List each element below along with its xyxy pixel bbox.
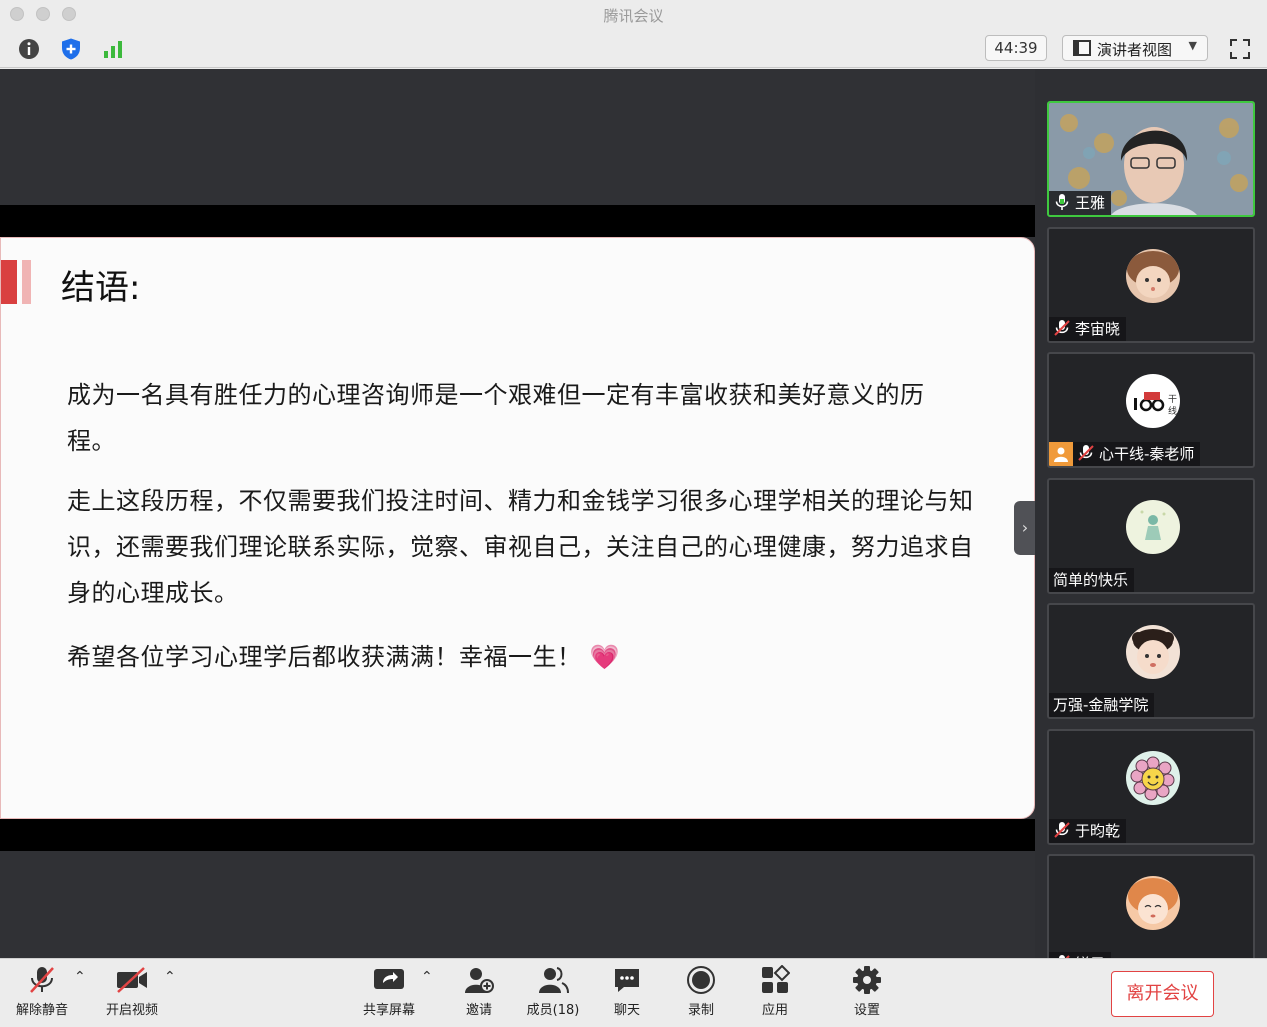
slide-paragraph-2: 走上这段历程，不仅需要我们投注时间、精力和金钱学习很多心理学相关的理论与知识，还… [67, 487, 974, 607]
host-badge [1049, 442, 1073, 466]
participant-tile[interactable]: 干 线 心干线-秦老师 [1047, 352, 1255, 468]
letterbox-top [0, 205, 1035, 237]
meeting-timer: 44:39 [985, 35, 1047, 61]
share-screen-icon [374, 969, 404, 989]
video-options-caret[interactable]: ⌃ [164, 969, 176, 985]
participant-name-label: 简单的快乐 [1049, 568, 1135, 592]
meeting-toolbar: 44:39 演讲者视图 ▼ [0, 28, 1267, 68]
window-title: 腾讯会议 [603, 7, 664, 25]
share-screen-label: 共享屏幕 [362, 1003, 415, 1018]
members-button[interactable]: 成员(18) [526, 965, 580, 1023]
avatar: 干 线 [1126, 374, 1180, 428]
share-screen-button[interactable]: 共享屏幕 [358, 965, 420, 1023]
slide-paragraph-3: 希望各位学习心理学后都收获满满！幸福一生！ 💗 [67, 634, 967, 680]
chat-button[interactable]: 聊天 [607, 965, 647, 1023]
layout-icon [1073, 40, 1091, 56]
participant-tile[interactable]: 李宙晓 [1047, 227, 1255, 343]
mic-muted-icon [30, 967, 54, 993]
settings-label: 设置 [853, 1003, 880, 1018]
members-label: 成员(18) [526, 1003, 580, 1018]
presentation-slide: 结语: 成为一名具有胜任力的心理咨询师是一个艰难但一定有丰富收获和美好意义的历程… [0, 237, 1035, 819]
participant-name: 简单的快乐 [1053, 571, 1129, 589]
share-options-caret[interactable]: ⌃ [421, 969, 433, 985]
participant-name-label: 心干线-秦老师 [1049, 442, 1201, 466]
meeting-controls: 解除静音 ⌃ 开启视频 ⌃ 共享屏幕 ⌃ 邀请 成员(18) 聊天 录制 应用 … [0, 958, 1267, 1027]
start-video-label: 开启视频 [105, 1003, 158, 1018]
chat-icon [615, 969, 639, 992]
participant-name: 心干线-秦老师 [1099, 445, 1195, 463]
apps-label: 应用 [761, 1003, 788, 1018]
person-icon [1054, 447, 1068, 462]
record-button[interactable]: 录制 [681, 965, 721, 1023]
members-icon [539, 967, 569, 994]
chat-label: 聊天 [613, 1003, 640, 1018]
participant-tile[interactable]: 镁子 [1047, 854, 1255, 964]
letterbox-bottom [0, 819, 1035, 851]
avatar [1126, 500, 1180, 554]
slide-accent-bar-light [22, 260, 31, 304]
signal-icon[interactable] [101, 37, 125, 61]
avatar [1126, 751, 1180, 805]
view-mode-label: 演讲者视图 [1097, 41, 1173, 59]
view-mode-dropdown[interactable]: 演讲者视图 ▼ [1062, 35, 1208, 61]
participant-name-label: 王雅 [1049, 191, 1112, 215]
window-titlebar: 腾讯会议 [0, 0, 1267, 28]
apps-button[interactable]: 应用 [755, 965, 795, 1023]
mic-muted-icon [1078, 445, 1094, 461]
shared-screen-area: 结语: 成为一名具有胜任力的心理咨询师是一个艰难但一定有丰富收获和美好意义的历程… [0, 69, 1044, 958]
settings-button[interactable]: 设置 [847, 965, 887, 1023]
record-label: 录制 [687, 1003, 714, 1018]
avatar [1126, 876, 1180, 930]
participant-sidebar: 王雅 李宙晓 干 线 心干线-秦老师 简单的快乐 万强-金融学院 于昀乾 [1035, 69, 1267, 964]
mic-on-icon [1055, 194, 1069, 210]
start-video-button[interactable]: 开启视频 [102, 965, 162, 1023]
participant-tile[interactable]: 王雅 [1047, 101, 1255, 217]
participant-name-label: 于昀乾 [1049, 819, 1127, 843]
invite-button[interactable]: 邀请 [459, 965, 499, 1023]
participant-tile[interactable]: 万强-金融学院 [1047, 603, 1255, 719]
participant-name-label: 万强-金融学院 [1049, 693, 1155, 717]
add-user-icon [465, 968, 494, 993]
mic-muted-icon [1054, 320, 1070, 336]
slide-paragraph-3-text: 希望各位学习心理学后都收获满满！幸福一生！ [67, 643, 582, 671]
shield-icon[interactable] [59, 37, 83, 61]
chevron-right-icon: › [1021, 518, 1029, 537]
apps-icon [762, 965, 790, 993]
svg-text:线: 线 [1168, 405, 1177, 417]
participant-tile[interactable]: 于昀乾 [1047, 729, 1255, 845]
unmute-button[interactable]: 解除静音 [12, 965, 72, 1023]
avatar [1126, 625, 1180, 679]
participant-name-label: 李宙晓 [1049, 317, 1127, 341]
heart-emoji: 💗 [589, 643, 621, 671]
slide-paragraph-1: 成为一名具有胜任力的心理咨询师是一个艰难但一定有丰富收获和美好意义的历程。 [67, 381, 925, 455]
leave-meeting-button[interactable]: 离开会议 [1111, 971, 1214, 1017]
participant-tile[interactable]: 简单的快乐 [1047, 478, 1255, 594]
record-icon [687, 966, 715, 994]
participant-name: 万强-金融学院 [1053, 696, 1149, 714]
info-icon[interactable] [17, 37, 41, 61]
avatar [1126, 249, 1180, 303]
gear-icon [853, 966, 881, 994]
mic-muted-icon [1054, 822, 1070, 838]
slide-title: 结语: [61, 268, 141, 308]
participant-name: 李宙晓 [1075, 320, 1121, 338]
collapse-sidebar-button[interactable]: › [1014, 501, 1036, 555]
video-off-icon [117, 967, 147, 993]
participant-name: 王雅 [1075, 194, 1106, 212]
slide-accent-bar [1, 260, 17, 304]
svg-text:干: 干 [1168, 394, 1177, 405]
fullscreen-icon[interactable] [1228, 37, 1252, 61]
unmute-label: 解除静音 [15, 1003, 68, 1018]
invite-label: 邀请 [465, 1003, 492, 1018]
audio-options-caret[interactable]: ⌃ [74, 969, 86, 985]
chevron-down-icon: ▼ [1188, 39, 1197, 52]
participant-name: 于昀乾 [1075, 822, 1121, 840]
